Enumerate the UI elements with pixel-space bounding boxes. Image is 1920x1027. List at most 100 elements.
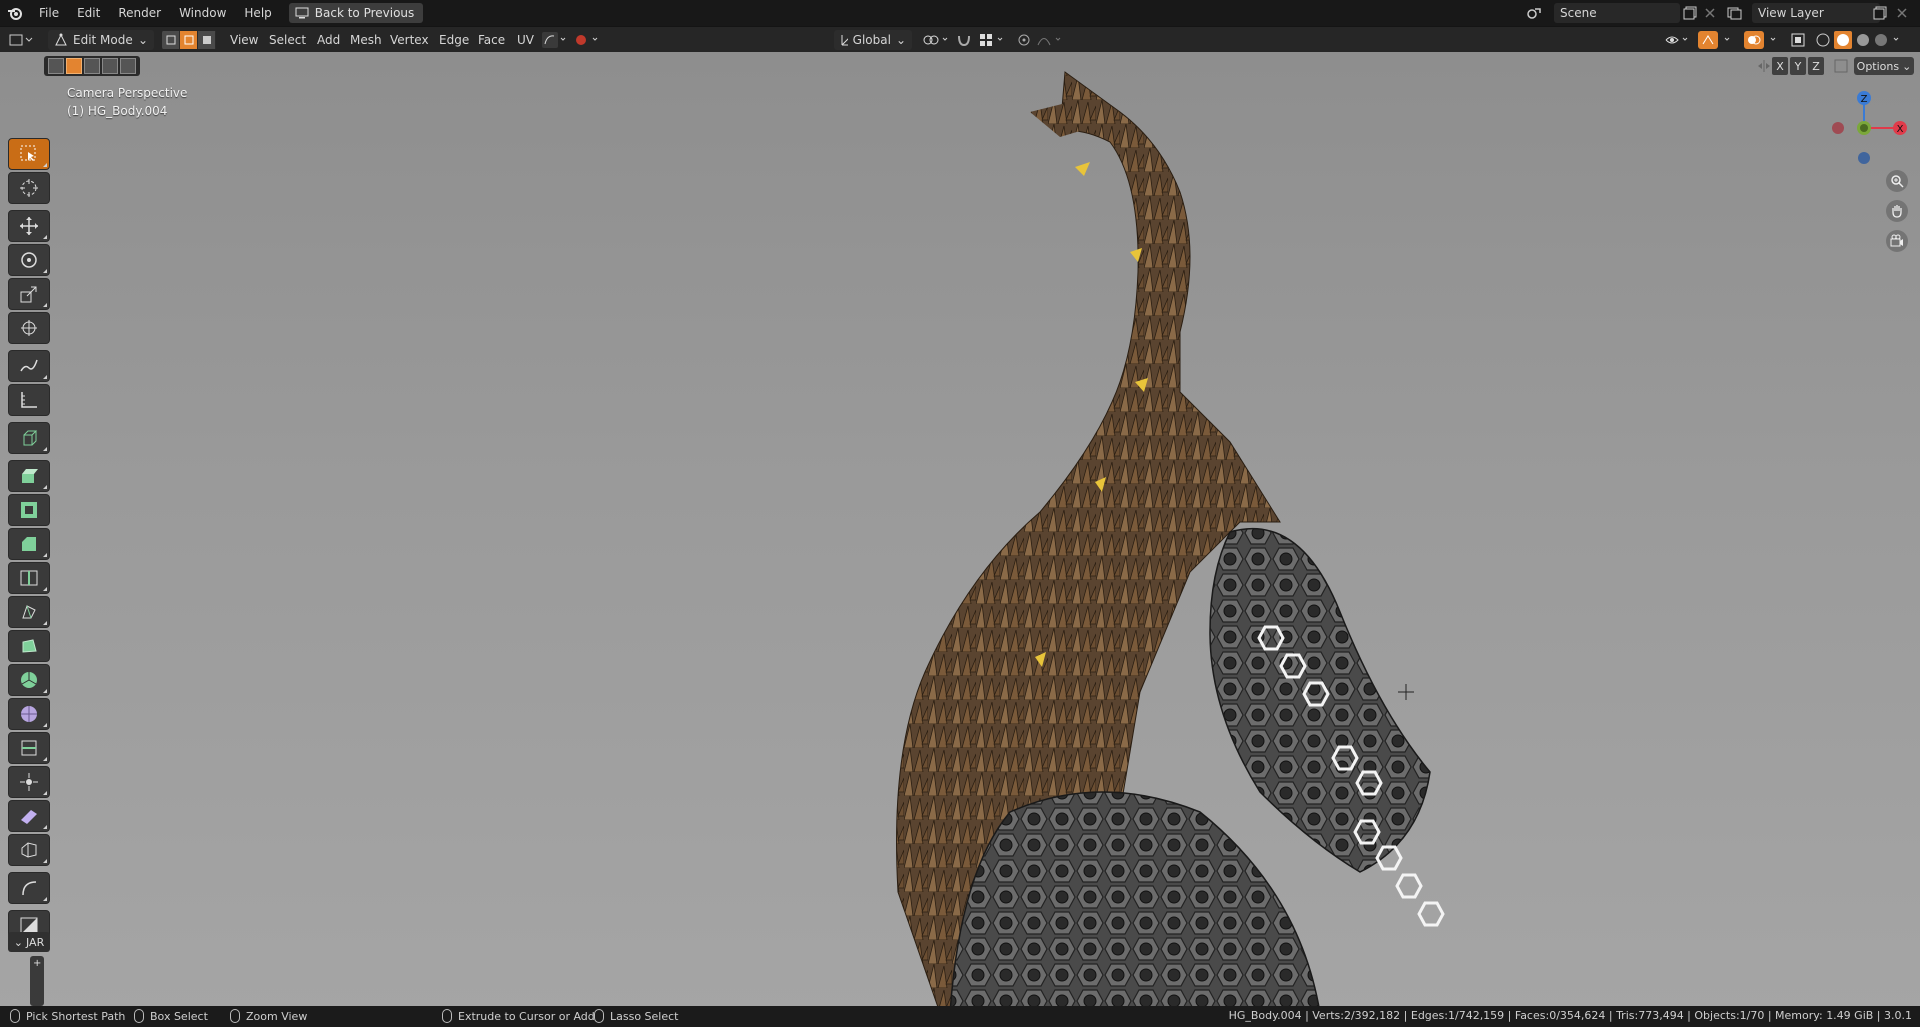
snap-toggle-icon[interactable] — [956, 30, 972, 50]
select-extend-icon[interactable] — [66, 58, 82, 74]
status-box-select: Box Select — [134, 1009, 208, 1023]
show-overlays-icon[interactable] — [1744, 30, 1784, 50]
zoom-icon[interactable] — [1886, 170, 1908, 192]
new-view-layer-icon[interactable] — [1870, 3, 1890, 23]
shear-tool[interactable] — [8, 800, 50, 832]
select-intersect-icon[interactable] — [120, 58, 136, 74]
loop-cut-tool[interactable] — [8, 562, 50, 594]
menu-mesh[interactable]: Mesh — [350, 30, 382, 50]
bevel-tool[interactable] — [8, 528, 50, 560]
back-to-previous-button[interactable]: Back to Previous — [288, 3, 424, 23]
3d-viewport[interactable]: Camera Perspective (1) HG_Body.004 X Y Z… — [0, 52, 1920, 1013]
select-subtract-icon[interactable] — [84, 58, 100, 74]
menu-view[interactable]: View — [230, 30, 258, 50]
curve-tool[interactable] — [8, 872, 50, 904]
face-select-icon[interactable] — [198, 31, 216, 49]
annotate-icon — [20, 359, 38, 372]
shrink-fatten-tool[interactable] — [8, 766, 50, 798]
annotate-tool[interactable] — [8, 350, 50, 382]
status-label: Lasso Select — [610, 1009, 679, 1023]
delete-scene-icon[interactable] — [1700, 3, 1720, 23]
transform-orientation-dropdown[interactable]: Global ⌄ — [834, 30, 912, 50]
menu-help[interactable]: Help — [235, 0, 280, 26]
view-layer-field[interactable]: View Layer — [1752, 3, 1880, 23]
inset-faces-tool[interactable] — [8, 494, 50, 526]
delete-view-layer-icon[interactable] — [1892, 3, 1912, 23]
menu-uv[interactable]: UV — [517, 30, 534, 50]
spin-tool[interactable] — [8, 664, 50, 696]
measure-icon — [21, 392, 37, 408]
select-mode-toggle[interactable] — [162, 30, 216, 50]
mesh-model[interactable] — [880, 52, 1640, 1013]
new-scene-icon[interactable] — [1680, 3, 1700, 23]
smooth-tool[interactable] — [8, 698, 50, 730]
menu-add[interactable]: Add — [317, 30, 340, 50]
menu-edit[interactable]: Edit — [68, 0, 109, 26]
mirror-z-toggle[interactable]: Z — [1808, 57, 1824, 75]
menu-file[interactable]: File — [30, 0, 68, 26]
proportional-editing-icon[interactable] — [1016, 30, 1064, 50]
menu-face[interactable]: Face — [478, 30, 505, 50]
move-tool[interactable] — [8, 210, 50, 242]
select-new-icon[interactable] — [48, 58, 64, 74]
menu-vertex[interactable]: Vertex — [390, 30, 429, 50]
options-label: Options — [1856, 59, 1900, 73]
mouse-icon — [442, 1009, 452, 1023]
navigation-gizmo[interactable]: Z X — [1830, 86, 1910, 166]
options-dropdown[interactable]: Options ⌄ — [1854, 57, 1914, 75]
scale-tool[interactable] — [8, 278, 50, 310]
curve-options-icon[interactable] — [542, 30, 568, 50]
pan-hand-icon[interactable] — [1886, 200, 1908, 222]
knife-tool[interactable] — [8, 596, 50, 628]
scale-icon — [20, 286, 37, 303]
vertex-select-icon[interactable] — [162, 31, 180, 49]
xray-options-icon[interactable] — [574, 30, 600, 50]
jar-scrollbar[interactable]: + — [30, 956, 44, 1006]
object-name: (1) HG_Body.004 — [67, 104, 168, 118]
status-extrude: Extrude to Cursor or Add — [442, 1009, 595, 1023]
select-difference-icon[interactable] — [102, 58, 118, 74]
shrink-fatten-icon — [20, 773, 38, 791]
xray-toggle-icon[interactable] — [1790, 30, 1808, 50]
camera-view-icon[interactable] — [1886, 230, 1908, 252]
shading-mode-toggle[interactable] — [1814, 30, 1902, 50]
select-box-tool[interactable] — [8, 138, 50, 170]
poly-build-tool[interactable] — [8, 630, 50, 662]
mirror-y-toggle[interactable]: Y — [1790, 57, 1806, 75]
cursor-tool[interactable] — [8, 172, 50, 204]
add-cube-tool[interactable] — [8, 422, 50, 454]
menu-window[interactable]: Window — [170, 0, 235, 26]
back-to-previous-label: Back to Previous — [314, 6, 415, 20]
mouse-icon — [594, 1009, 604, 1023]
mode-label: Edit Mode — [73, 33, 133, 47]
rotate-tool[interactable] — [8, 244, 50, 276]
view-layer-name: View Layer — [1758, 6, 1824, 20]
menu-edge[interactable]: Edge — [439, 30, 469, 50]
mirror-x-toggle[interactable]: X — [1772, 57, 1788, 75]
pivot-point-icon[interactable] — [922, 30, 950, 50]
selection-mode-bar[interactable] — [44, 56, 140, 76]
auto-merge-icon[interactable] — [1832, 56, 1852, 76]
extrude-region-tool[interactable] — [8, 460, 50, 492]
show-gizmo-icon[interactable] — [1698, 30, 1738, 50]
editor-type-icon[interactable] — [8, 30, 34, 50]
snap-target-icon[interactable] — [978, 30, 1006, 50]
top-menu-bar: File Edit Render Window Help Back to Pre… — [0, 0, 1920, 26]
mode-dropdown[interactable]: Edit Mode ⌄ — [48, 30, 154, 50]
mouse-icon — [230, 1009, 240, 1023]
scene-browse-icon[interactable] — [1524, 3, 1544, 23]
transform-tool[interactable] — [8, 312, 50, 344]
mirror-icon[interactable] — [1754, 56, 1774, 76]
chevron-down-icon: ⌄ — [895, 33, 906, 47]
menu-render[interactable]: Render — [109, 0, 170, 26]
edge-slide-tool[interactable] — [8, 732, 50, 764]
scene-name-field[interactable]: Scene — [1554, 3, 1680, 23]
jar-panel-tab[interactable]: ⌄ JAR — [8, 932, 50, 952]
edge-select-icon[interactable] — [180, 31, 198, 49]
blender-logo-icon[interactable] — [0, 0, 30, 26]
rip-region-tool[interactable] — [8, 834, 50, 866]
menu-select[interactable]: Select — [269, 30, 306, 50]
visibility-selectability-icon[interactable] — [1664, 30, 1692, 50]
measure-tool[interactable] — [8, 384, 50, 416]
view-layer-browse-icon[interactable] — [1724, 3, 1744, 23]
